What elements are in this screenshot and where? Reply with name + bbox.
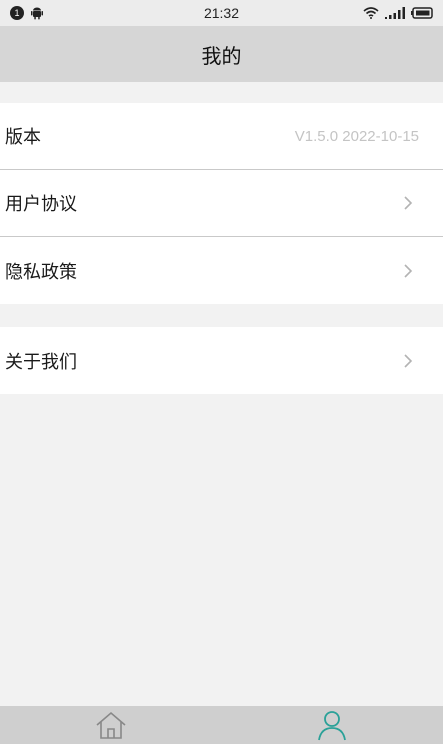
wifi-icon — [363, 7, 379, 19]
battery-icon — [411, 7, 433, 19]
settings-group-info: 版本 V1.5.0 2022-10-15 用户协议 隐私政策 — [0, 103, 443, 304]
about-us-row[interactable]: 关于我们 — [0, 327, 443, 394]
bottom-tab-bar — [0, 706, 443, 744]
tab-home[interactable] — [0, 706, 222, 744]
status-right — [363, 7, 433, 19]
signal-icon — [385, 7, 405, 19]
privacy-policy-label: 隐私政策 — [5, 261, 77, 283]
page-title: 我的 — [201, 43, 242, 68]
privacy-policy-row[interactable]: 隐私政策 — [0, 237, 443, 304]
user-agreement-row[interactable]: 用户协议 — [0, 170, 443, 237]
user-agreement-label: 用户协议 — [5, 194, 77, 215]
settings-group-about: 关于我们 — [0, 327, 443, 394]
about-us-label: 关于我们 — [5, 351, 77, 373]
home-icon — [96, 711, 126, 739]
chevron-right-icon — [404, 353, 413, 368]
version-value: V1.5.0 2022-10-15 — [294, 127, 419, 145]
chevron-right-icon — [404, 263, 413, 278]
android-icon — [31, 7, 43, 20]
header-bar: 我的 — [0, 26, 443, 82]
status-bar: 1 21:32 — [0, 0, 443, 26]
notification-badge: 1 — [10, 6, 24, 20]
person-icon — [318, 711, 347, 741]
tab-mine[interactable] — [222, 706, 443, 744]
status-left: 1 — [10, 6, 44, 20]
version-row: 版本 V1.5.0 2022-10-15 — [0, 103, 443, 170]
version-label: 版本 — [5, 127, 41, 148]
chevron-right-icon — [404, 196, 413, 210]
